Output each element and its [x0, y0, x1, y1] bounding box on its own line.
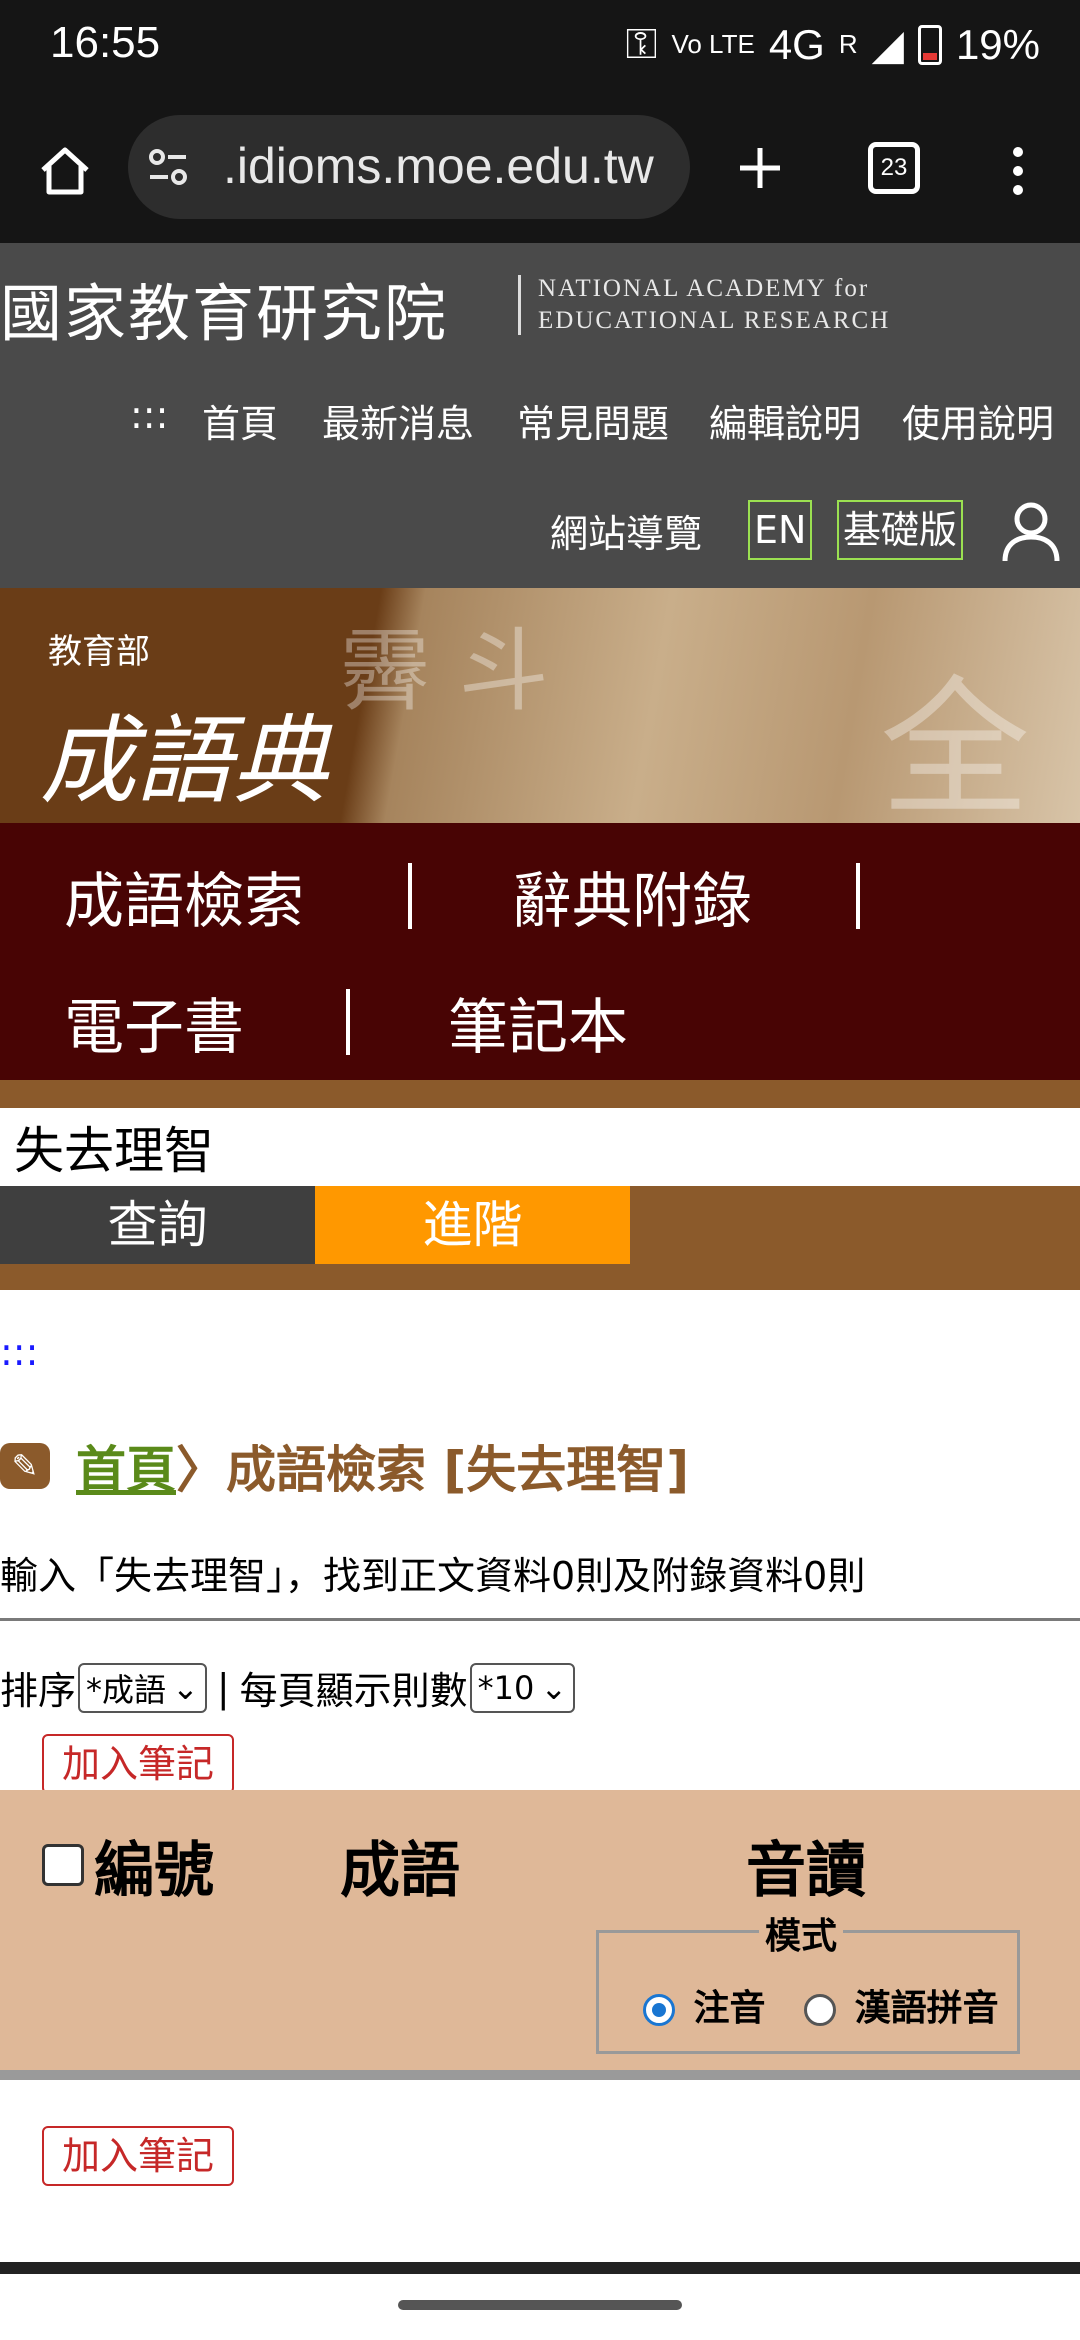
breadcrumb-arrow: 〉: [176, 1441, 226, 1499]
column-pronunciation: 音讀: [746, 1836, 866, 1906]
banner-decoration-large: 全: [880, 663, 1031, 823]
basic-version-button[interactable]: 基礎版: [837, 500, 964, 560]
key-icon: ⚿: [625, 20, 658, 67]
logo-divider: [518, 275, 521, 335]
url-text: .idioms.moe.edu.tw: [223, 138, 654, 194]
nav-news[interactable]: 最新消息: [322, 393, 474, 453]
chevron-down-icon: ⌄: [540, 1668, 568, 1707]
divider-line: [0, 1618, 1080, 1621]
nav-sitemap[interactable]: 網站導覽: [550, 503, 702, 558]
zhuyin-label[interactable]: 注音: [694, 1988, 766, 2029]
nav-usage-guide[interactable]: 使用說明: [902, 393, 1054, 453]
nav-home[interactable]: 首頁: [202, 393, 278, 453]
footer-border: [0, 2262, 1080, 2274]
menu-notebook[interactable]: 筆記本: [448, 979, 628, 1066]
sort-row: 排序 *成語 ⌄ | 每頁顯示則數 *10 ⌄: [0, 1660, 576, 1715]
pronunciation-mode-group: 模式 注音 漢語拼音: [596, 1907, 1020, 2054]
add-note-button-bottom[interactable]: 加入筆記: [42, 2126, 235, 2186]
per-page-select[interactable]: *10 ⌄: [469, 1662, 576, 1713]
menu-idiom-search[interactable]: 成語檢索: [64, 853, 304, 940]
select-all-checkbox[interactable]: [42, 1844, 84, 1886]
breadcrumb-current: 成語檢索 [失去理智]: [226, 1441, 690, 1499]
mode-legend: 模式: [759, 1907, 844, 1959]
mode-options: 注音 漢語拼音: [643, 1979, 999, 2031]
naer-logo-text[interactable]: 國家教育研究院: [0, 263, 448, 353]
table-bottom-border: [0, 2070, 1080, 2080]
sort-select-value: *成語: [86, 1670, 167, 1709]
home-icon[interactable]: [38, 144, 92, 198]
volte-icon: Vo LTE: [671, 29, 755, 59]
main-menu: 成語檢索 辭典附錄 電子書 筆記本: [0, 823, 1080, 1080]
search-top-bar: [0, 1080, 1080, 1108]
pinyin-radio[interactable]: [804, 1994, 837, 2026]
menu-separator: [408, 863, 412, 929]
menu-separator: [346, 989, 350, 1055]
sort-select[interactable]: *成語 ⌄: [78, 1662, 207, 1713]
new-tab-icon[interactable]: [736, 144, 784, 192]
menu-separator: [856, 863, 860, 929]
chevron-down-icon: ⌄: [172, 1668, 199, 1707]
breadcrumb-home-link[interactable]: 首頁: [76, 1430, 176, 1502]
naer-logo-english: NATIONAL ACADEMY for EDUCATIONAL RESEARC…: [538, 273, 890, 337]
site-header: 國家教育研究院 NATIONAL ACADEMY for EDUCATIONAL…: [0, 243, 1080, 588]
nav-faq[interactable]: 常見問題: [517, 393, 669, 453]
advanced-search-button[interactable]: 進階: [315, 1186, 630, 1264]
per-page-label: 每頁顯示則數: [239, 1669, 468, 1713]
status-bar: 16:55 ⚿ Vo LTE 4G R ◢ 19%: [0, 0, 1080, 100]
user-icon[interactable]: [1000, 499, 1062, 565]
site-settings-icon[interactable]: [146, 145, 192, 189]
column-number: 編號: [94, 1836, 214, 1906]
breadcrumb: ✎ 首頁 〉 成語檢索 [失去理智]: [0, 1430, 689, 1502]
status-icons: ⚿ Vo LTE 4G R ◢ 19%: [625, 20, 1040, 69]
logo-en-line1: NATIONAL ACADEMY for: [538, 275, 870, 302]
battery-percent: 19%: [955, 20, 1040, 68]
network-type: 4G: [768, 20, 825, 68]
address-bar[interactable]: .idioms.moe.edu.tw: [128, 115, 690, 219]
banner-ministry: 教育部: [48, 632, 150, 672]
browser-toolbar: .idioms.moe.edu.tw 23: [0, 100, 1080, 243]
result-summary: 輸入「失去理智」，找到正文資料0則及附錄資料0則: [0, 1554, 866, 1598]
signal-icon: ◢: [871, 21, 904, 68]
dictionary-banner: 霽 斗 全 教育部 成語典: [0, 588, 1080, 823]
pencil-icon: ✎: [0, 1443, 50, 1489]
add-note-button-top[interactable]: 加入筆記: [42, 1734, 235, 1794]
content-anchor-link[interactable]: :::: [0, 1330, 38, 1374]
gesture-home-bar[interactable]: [398, 2300, 682, 2310]
per-page-select-value: *10: [477, 1668, 535, 1707]
more-menu-icon[interactable]: [1006, 144, 1030, 198]
sort-label: 排序: [0, 1669, 77, 1713]
status-time: 16:55: [50, 18, 161, 67]
sort-divider: |: [216, 1665, 230, 1710]
logo-en-line2: EDUCATIONAL RESEARCH: [538, 307, 891, 334]
nav-editorial-notes[interactable]: 編輯說明: [709, 393, 861, 453]
english-button[interactable]: EN: [748, 500, 813, 560]
pinyin-label[interactable]: 漢語拼音: [855, 1988, 999, 2029]
search-button-bar: 查詢 進階: [0, 1186, 1080, 1290]
results-table-header: 編號 成語 音讀 模式 注音 漢語拼音: [0, 1790, 1080, 2070]
search-button[interactable]: 查詢: [0, 1186, 315, 1264]
tab-switcher-button[interactable]: 23: [868, 142, 920, 194]
battery-icon: [917, 24, 942, 65]
nav-dots[interactable]: :::: [130, 393, 168, 453]
menu-appendix[interactable]: 辭典附錄: [512, 853, 752, 940]
roaming-indicator: R: [838, 29, 858, 59]
menu-ebook[interactable]: 電子書: [64, 979, 244, 1066]
banner-decoration: 霽 斗: [340, 619, 549, 724]
banner-title[interactable]: 成語典: [40, 683, 328, 822]
search-input[interactable]: [0, 1108, 1080, 1186]
zhuyin-radio[interactable]: [643, 1994, 675, 2026]
column-idiom: 成語: [340, 1836, 460, 1906]
